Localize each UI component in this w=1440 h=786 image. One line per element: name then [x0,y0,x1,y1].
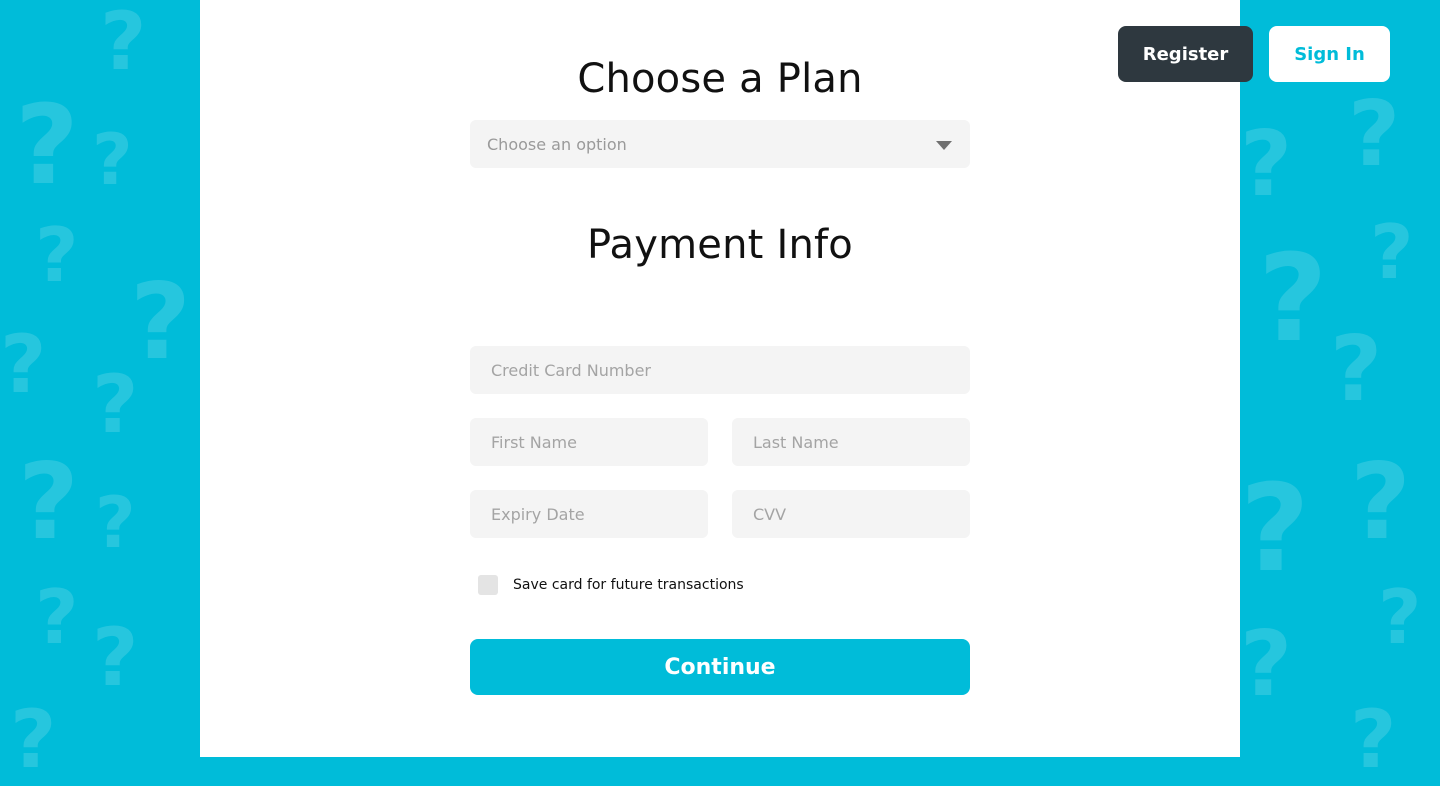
question-mark-icon: ? [92,358,139,451]
question-mark-icon: ? [1240,612,1293,717]
continue-button[interactable]: Continue [470,639,970,695]
question-mark-icon: ? [1258,230,1328,369]
save-card-checkbox[interactable] [478,575,498,595]
question-mark-icon: ? [1370,208,1414,296]
question-mark-icon: ? [1348,82,1401,187]
first-name-input[interactable] [470,418,708,466]
question-mark-icon: ? [1350,693,1397,786]
plan-select-placeholder: Choose an option [487,134,627,154]
question-mark-icon: ? [1240,460,1310,599]
question-mark-icon: ? [10,693,57,786]
question-mark-icon: ? [1330,317,1383,422]
plan-title: Choose a Plan [577,56,863,102]
question-mark-icon: ? [92,119,133,201]
question-mark-icon: ? [130,261,191,383]
save-card-label: Save card for future transactions [513,577,744,593]
question-mark-icon: ? [1378,573,1422,661]
question-mark-icon: ? [100,0,147,88]
credit-card-number-input[interactable] [470,346,970,394]
question-mark-icon: ? [92,611,139,704]
plan-select[interactable]: Choose an option [470,120,970,168]
question-mark-icon: ? [1350,441,1411,563]
payment-title: Payment Info [587,222,853,268]
question-mark-icon: ? [95,482,136,564]
sign-in-button[interactable]: Sign In [1269,26,1390,82]
register-button[interactable]: Register [1118,26,1253,82]
question-mark-icon: ? [1240,112,1293,217]
expiry-date-input[interactable] [470,490,708,538]
question-mark-icon: ? [0,318,47,411]
question-mark-icon: ? [15,81,79,209]
question-mark-icon: ? [35,211,79,299]
question-mark-icon: ? [35,573,79,661]
cvv-input[interactable] [732,490,970,538]
question-mark-icon: ? [18,441,79,563]
caret-down-icon [936,141,952,150]
last-name-input[interactable] [732,418,970,466]
